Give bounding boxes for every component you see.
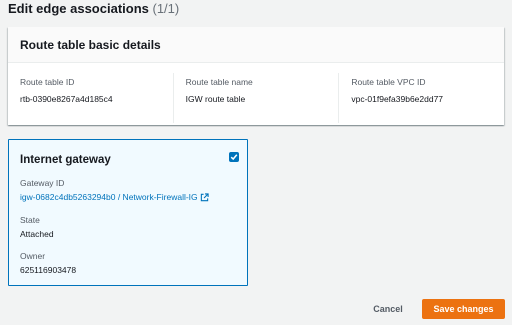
- checkmark-icon: [230, 154, 238, 161]
- route-table-id-field: Route table ID rtb-0390e8267a4d185c4: [8, 73, 173, 123]
- route-table-vpc-id-label: Route table VPC ID: [351, 77, 426, 87]
- save-changes-button[interactable]: Save changes: [422, 299, 505, 319]
- owner-value: 625116903478: [20, 265, 77, 275]
- checkbox-checked-icon[interactable]: [229, 152, 239, 162]
- route-table-name-field: Route table name IGW route table: [172, 73, 339, 123]
- gateway-id-label: Gateway ID: [20, 178, 65, 188]
- route-table-details-card: Route table basic details Route table ID…: [8, 27, 504, 125]
- route-table-details-grid: Route table ID rtb-0390e8267a4d185c4 Rou…: [8, 63, 504, 123]
- route-table-vpc-id-field: Route table VPC ID vpc-01f9efa39b6e2dd77: [338, 73, 504, 123]
- gateway-id-field: Gateway ID igw-0682c4db5263294b0 / Netwo…: [20, 178, 209, 202]
- gateway-id-link-text: igw-0682c4db5263294b0 / Network-Firewall…: [20, 192, 198, 202]
- state-value: Attached: [20, 229, 54, 239]
- internet-gateway-title: Internet gateway: [20, 154, 111, 166]
- owner-label: Owner: [20, 251, 46, 261]
- route-table-details-heading: Route table basic details: [8, 27, 504, 63]
- gateway-id-value-row: igw-0682c4db5263294b0 / Network-Firewall…: [20, 192, 209, 202]
- route-table-vpc-id-value: vpc-01f9efa39b6e2dd77: [351, 94, 444, 104]
- route-table-name-value: IGW route table: [185, 94, 246, 104]
- page-title: Edit edge associations (1/1): [8, 1, 179, 16]
- external-link-icon: [200, 192, 209, 201]
- internet-gateway-card[interactable]: Internet gateway Gateway ID igw-0682c4db…: [8, 139, 248, 286]
- state-field: State Attached: [20, 215, 54, 239]
- state-label: State: [20, 215, 40, 225]
- route-table-id-value: rtb-0390e8267a4d185c4: [20, 94, 113, 104]
- page-title-text: Edit edge associations: [8, 1, 149, 16]
- owner-field: Owner 625116903478: [20, 251, 76, 275]
- route-table-id-label: Route table ID: [20, 77, 75, 87]
- route-table-name-label: Route table name: [185, 77, 253, 87]
- selection-count: (1/1): [152, 1, 180, 16]
- gateway-id-link[interactable]: igw-0682c4db5263294b0 / Network-Firewall…: [20, 192, 209, 202]
- cancel-button[interactable]: Cancel: [366, 300, 410, 318]
